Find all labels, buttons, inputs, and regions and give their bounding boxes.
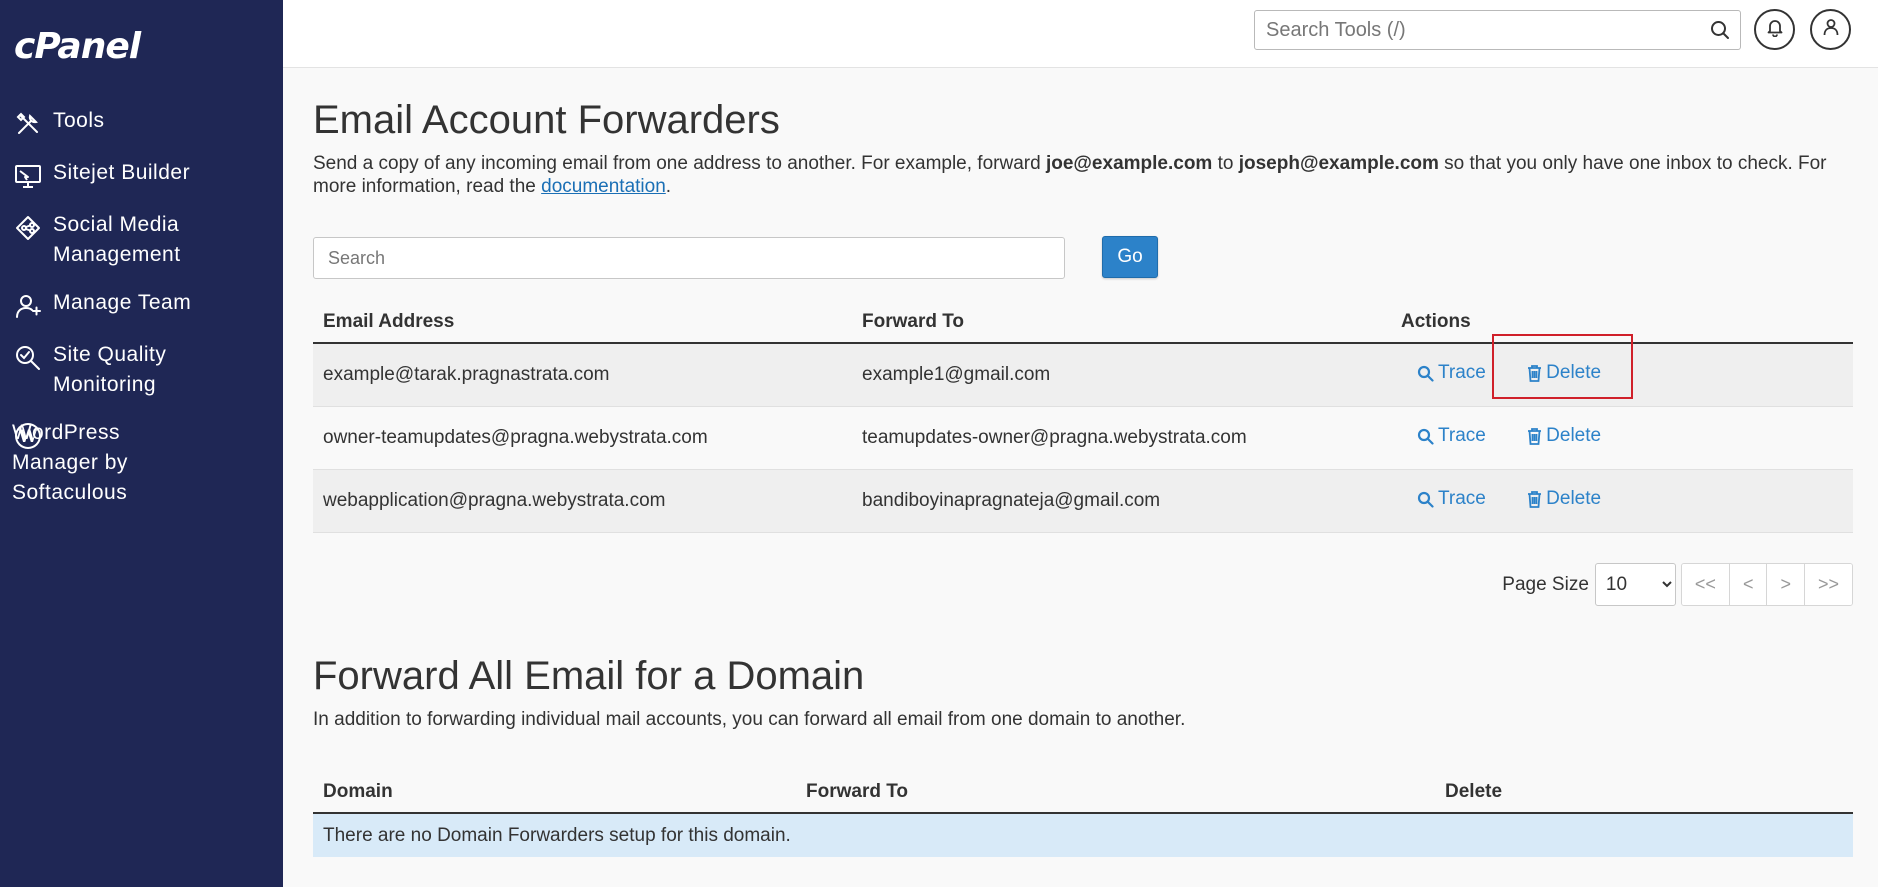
cpanel-logo[interactable]: cPanel <box>14 26 141 67</box>
site-quality-icon <box>12 342 44 374</box>
trace-link[interactable]: Trace <box>1417 425 1486 447</box>
sidebar-item-label: Site Quality Monitoring <box>53 343 167 396</box>
domain-forwarders-description: In addition to forwarding individual mai… <box>313 709 1186 730</box>
next-page-button[interactable]: > <box>1767 564 1805 605</box>
empty-message: There are no Domain Forwarders setup for… <box>313 813 1853 857</box>
forwarders-search-input[interactable] <box>313 237 1065 279</box>
actions-cell: Trace Delete <box>1391 343 1853 407</box>
trace-link[interactable]: Trace <box>1417 488 1486 510</box>
email-address-cell: example@tarak.pragnastrata.com <box>313 343 852 407</box>
trash-icon <box>1528 490 1542 508</box>
delete-link[interactable]: Delete <box>1527 488 1601 510</box>
sidebar: cPanel Tools Sitejet Builder Social Medi… <box>0 0 283 887</box>
search-icon <box>1417 428 1434 445</box>
pagination: Page Size 10 << < > >> <box>1502 563 1853 606</box>
sidebar-item-label: Social Media Management <box>53 213 181 266</box>
table-row: owner-teamupdates@pragna.webystrata.com … <box>313 406 1853 470</box>
user-icon <box>1821 17 1841 42</box>
page-size-label: Page Size <box>1502 573 1589 595</box>
sidebar-item-label: WordPress Manager by Softaculous <box>12 421 128 504</box>
email-address-cell: webapplication@pragna.webystrata.com <box>313 469 852 533</box>
column-header-forward-to[interactable]: Forward To <box>852 302 1391 344</box>
forward-to-cell: bandiboyinapragnateja@gmail.com <box>852 469 1391 533</box>
table-header-row: Domain Forward To Delete <box>313 772 1853 814</box>
example-target-email: joseph@example.com <box>1238 153 1439 174</box>
column-header-email[interactable]: Email Address <box>313 302 852 344</box>
sidebar-item-site-quality[interactable]: Site Quality Monitoring <box>0 340 283 400</box>
table-row: webapplication@pragna.webystrata.com ban… <box>313 469 1853 533</box>
table-row: There are no Domain Forwarders setup for… <box>313 813 1853 857</box>
manage-team-icon <box>12 290 44 322</box>
sidebar-item-social-media[interactable]: Social Media Management <box>0 210 283 270</box>
domain-forwarders-title: Forward All Email for a Domain <box>313 654 865 698</box>
sidebar-nav: Tools Sitejet Builder Social Media Manag… <box>0 106 283 526</box>
table-header-row: Email Address Forward To Actions <box>313 302 1853 344</box>
sidebar-item-label: Manage Team <box>53 291 192 314</box>
sidebar-item-label: Sitejet Builder <box>53 161 191 184</box>
prev-page-button[interactable]: < <box>1729 564 1768 605</box>
tools-icon <box>12 108 44 140</box>
pagination-buttons: << < > >> <box>1680 563 1853 606</box>
sidebar-item-label: Tools <box>53 109 105 132</box>
sidebar-item-tools[interactable]: Tools <box>0 106 283 140</box>
actions-cell: Trace Delete <box>1391 469 1853 533</box>
search-icon <box>1417 365 1434 382</box>
column-header-actions: Actions <box>1391 302 1853 344</box>
go-button[interactable]: Go <box>1102 236 1158 278</box>
sidebar-item-wordpress-manager[interactable]: W WordPress Manager by Softaculous <box>0 418 283 508</box>
page-size-select[interactable]: 10 <box>1594 563 1676 606</box>
user-menu-button[interactable] <box>1810 9 1851 50</box>
example-source-email: joe@example.com <box>1045 153 1213 174</box>
trace-link[interactable]: Trace <box>1417 362 1486 384</box>
column-header-domain[interactable]: Domain <box>313 772 796 814</box>
forwarders-description: Send a copy of any incoming email from o… <box>313 153 1827 197</box>
delete-link[interactable]: Delete <box>1527 362 1601 384</box>
notifications-button[interactable] <box>1754 9 1795 50</box>
forward-to-cell: example1@gmail.com <box>852 343 1391 407</box>
documentation-link[interactable]: documentation <box>541 176 666 197</box>
sidebar-item-manage-team[interactable]: Manage Team <box>0 288 283 322</box>
actions-cell: Trace Delete <box>1391 406 1853 470</box>
column-header-delete: Delete <box>1435 772 1853 814</box>
search-icon <box>1417 491 1434 508</box>
trash-icon <box>1528 427 1542 445</box>
social-media-icon <box>12 212 44 244</box>
top-bar <box>283 0 1878 68</box>
forwarders-table: Email Address Forward To Actions example… <box>313 302 1853 533</box>
forward-to-cell: teamupdates-owner@pragna.webystrata.com <box>852 406 1391 470</box>
domain-forwarders-table: Domain Forward To Delete There are no Do… <box>313 772 1853 857</box>
search-tools-field <box>1254 10 1741 50</box>
sidebar-item-sitejet-builder[interactable]: Sitejet Builder <box>0 158 283 192</box>
last-page-button[interactable]: >> <box>1804 564 1852 605</box>
bell-icon <box>1765 17 1785 42</box>
search-icon[interactable] <box>1710 20 1730 45</box>
delete-link[interactable]: Delete <box>1527 425 1601 447</box>
table-row: example@tarak.pragnastrata.com example1@… <box>313 343 1853 407</box>
search-tools-input[interactable] <box>1255 18 1675 42</box>
trash-icon <box>1528 364 1542 382</box>
column-header-forward-to[interactable]: Forward To <box>796 772 1435 814</box>
first-page-button[interactable]: << <box>1681 564 1730 605</box>
monitor-builder-icon <box>12 160 44 192</box>
page-title: Email Account Forwarders <box>313 98 780 142</box>
email-address-cell: owner-teamupdates@pragna.webystrata.com <box>313 406 852 470</box>
